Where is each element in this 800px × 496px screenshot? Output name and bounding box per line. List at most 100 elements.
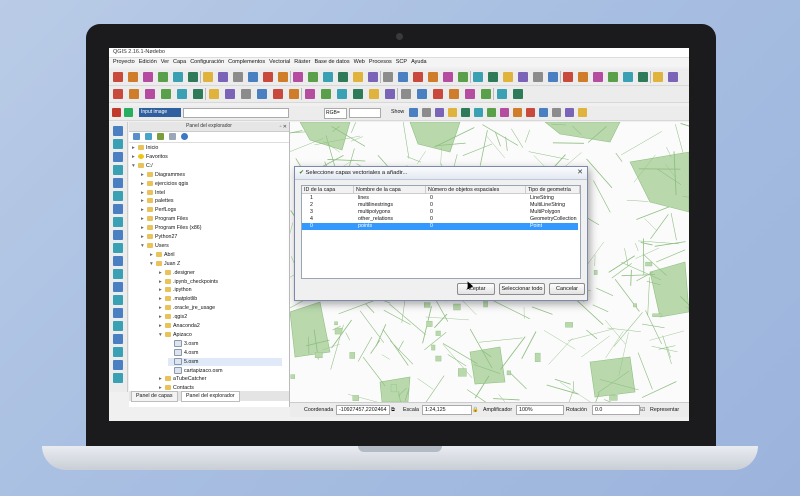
- add-layer-tool-icon[interactable]: [113, 178, 123, 188]
- map-tool-icon[interactable]: [218, 72, 228, 82]
- edit-tool-icon[interactable]: [273, 89, 283, 99]
- edit-tool-icon[interactable]: [305, 89, 315, 99]
- edit-tool-icon[interactable]: [449, 89, 459, 99]
- edit-tool-icon[interactable]: [193, 89, 203, 99]
- scp-tool-icon[interactable]: [513, 108, 522, 117]
- edit-tool-icon[interactable]: [113, 89, 123, 99]
- table-row[interactable]: 4 other_relations 0 GeometryCollection: [302, 216, 578, 223]
- map-tool-icon[interactable]: [503, 72, 513, 82]
- scp-tool-icon[interactable]: [539, 108, 548, 117]
- rgb-combo[interactable]: RGB=: [324, 108, 347, 119]
- tree-item[interactable]: ▸ palettes: [141, 197, 174, 205]
- map-tool-icon[interactable]: [248, 72, 258, 82]
- close-icon[interactable]: ✕: [577, 167, 583, 179]
- accept-button[interactable]: Aceptar: [457, 283, 495, 295]
- table-row[interactable]: 2 multilinestrings 0 MultiLineString: [302, 202, 578, 209]
- coordinate-field[interactable]: -10927457,2202464: [336, 405, 390, 415]
- tree-item[interactable]: 4.osm: [168, 348, 198, 357]
- tree-item[interactable]: ▾ Users: [141, 242, 169, 250]
- properties-icon[interactable]: [181, 133, 188, 140]
- scp-tool-icon[interactable]: [422, 108, 431, 117]
- tree-item[interactable]: ▸ Program Files (x86): [141, 224, 202, 232]
- scp-tool-icon[interactable]: [461, 108, 470, 117]
- menu-item[interactable]: Procesos: [369, 59, 392, 65]
- map-tool-icon[interactable]: [413, 72, 423, 82]
- map-tool-icon[interactable]: [518, 72, 528, 82]
- add-layer-tool-icon[interactable]: [113, 360, 123, 370]
- edit-tool-icon[interactable]: [209, 89, 219, 99]
- map-tool-icon[interactable]: [473, 72, 483, 82]
- map-tool-icon[interactable]: [338, 72, 348, 82]
- tree-item[interactable]: ▸ Intel: [141, 189, 165, 197]
- edit-tool-icon[interactable]: [161, 89, 171, 99]
- tree-item[interactable]: ▸ .designer: [159, 269, 195, 277]
- tree-item[interactable]: ▸ Inicio: [132, 144, 158, 152]
- scp-tool-icon[interactable]: [435, 108, 444, 117]
- edit-tool-icon[interactable]: [337, 89, 347, 99]
- column-header-count[interactable]: Número de objetos espaciales: [426, 186, 526, 194]
- band-set-icon[interactable]: [124, 108, 133, 117]
- add-layer-tool-icon[interactable]: [113, 165, 123, 175]
- edit-tool-icon[interactable]: [385, 89, 395, 99]
- refresh-icon[interactable]: [145, 133, 152, 140]
- add-layer-tool-icon[interactable]: [113, 191, 123, 201]
- add-layer-tool-icon[interactable]: [113, 373, 123, 383]
- add-layer-icon[interactable]: [133, 133, 140, 140]
- tree-item[interactable]: ▸ .matplotlib: [159, 295, 197, 303]
- edit-tool-icon[interactable]: [129, 89, 139, 99]
- edit-tool-icon[interactable]: [497, 89, 507, 99]
- edit-tool-icon[interactable]: [145, 89, 155, 99]
- tree-item[interactable]: ▾ Juan Z: [150, 260, 180, 268]
- add-layer-tool-icon[interactable]: [113, 217, 123, 227]
- add-layer-tool-icon[interactable]: [113, 256, 123, 266]
- map-tool-icon[interactable]: [188, 72, 198, 82]
- tree-item[interactable]: ▾ Apizaco: [159, 331, 192, 339]
- render-checkbox[interactable]: ☑: [640, 407, 645, 413]
- menu-item[interactable]: Base de datos: [314, 59, 349, 65]
- add-layer-tool-icon[interactable]: [113, 321, 123, 331]
- menu-item[interactable]: Ver: [161, 59, 169, 65]
- add-layer-tool-icon[interactable]: [113, 230, 123, 240]
- tree-item[interactable]: cartapizaco.osm: [168, 366, 223, 375]
- map-tool-icon[interactable]: [428, 72, 438, 82]
- map-tool-icon[interactable]: [368, 72, 378, 82]
- add-layer-tool-icon[interactable]: [113, 152, 123, 162]
- table-row[interactable]: 3 multipolygons 0 MultiPolygon: [302, 209, 578, 216]
- map-tool-icon[interactable]: [488, 72, 498, 82]
- map-tool-icon[interactable]: [173, 72, 183, 82]
- column-header-name[interactable]: Nombre de la capa: [354, 186, 426, 194]
- menu-item[interactable]: SCP: [396, 59, 407, 65]
- tree-item[interactable]: ▸ .ipynb_checkpoints: [159, 278, 218, 286]
- map-tool-icon[interactable]: [323, 72, 333, 82]
- edit-tool-icon[interactable]: [177, 89, 187, 99]
- edit-tool-icon[interactable]: [369, 89, 379, 99]
- rotation-field[interactable]: 0.0: [592, 405, 640, 415]
- cancel-button[interactable]: Cancelar: [549, 283, 585, 295]
- scp-icon[interactable]: [112, 108, 121, 117]
- map-tool-icon[interactable]: [278, 72, 288, 82]
- menu-item[interactable]: Configuración: [190, 59, 224, 65]
- add-layer-tool-icon[interactable]: [113, 139, 123, 149]
- map-tool-icon[interactable]: [143, 72, 153, 82]
- menu-item[interactable]: Vectorial: [269, 59, 290, 65]
- scp-tool-icon[interactable]: [474, 108, 483, 117]
- column-header-geometry[interactable]: Tipo de geometría: [526, 186, 580, 194]
- tree-item[interactable]: 5.osm: [168, 357, 282, 366]
- menu-item[interactable]: Proyecto: [113, 59, 135, 65]
- magnifier-field[interactable]: 100%: [516, 405, 564, 415]
- menu-item[interactable]: Ráster: [294, 59, 310, 65]
- tree-item[interactable]: ▸ Diagrammes: [141, 171, 185, 179]
- add-layer-tool-icon[interactable]: [113, 334, 123, 344]
- menu-item[interactable]: Web: [354, 59, 365, 65]
- scp-tool-icon[interactable]: [487, 108, 496, 117]
- map-tool-icon[interactable]: [653, 72, 663, 82]
- map-tool-icon[interactable]: [263, 72, 273, 82]
- edit-tool-icon[interactable]: [321, 89, 331, 99]
- collapse-all-icon[interactable]: [169, 133, 176, 140]
- tree-item[interactable]: ▸ Python27: [141, 233, 177, 241]
- tree-item[interactable]: ▸ .qgis2: [159, 313, 187, 321]
- scp-tool-icon[interactable]: [578, 108, 587, 117]
- table-row[interactable]: 1 lines 0 LineString: [302, 195, 578, 202]
- add-layer-tool-icon[interactable]: [113, 308, 123, 318]
- map-tool-icon[interactable]: [458, 72, 468, 82]
